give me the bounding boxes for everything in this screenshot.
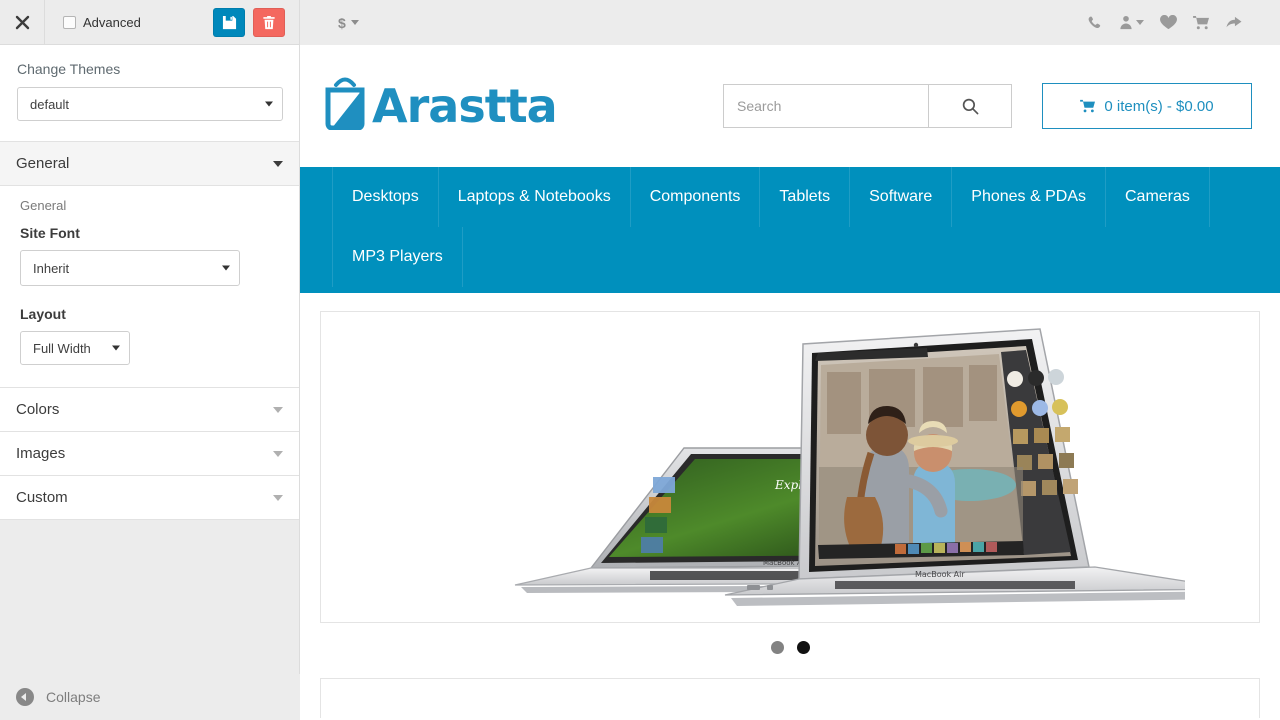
chevron-down-icon (112, 345, 120, 351)
heart-wishlist-icon[interactable] (1160, 15, 1177, 30)
change-themes-label: Change Themes (17, 61, 121, 77)
advanced-checkbox-box[interactable] (63, 15, 76, 29)
carousel-dot-1[interactable] (770, 641, 784, 654)
arrow-left-circle-icon (16, 688, 34, 706)
store-header: Arastta 0 item(s) - $0.00 (300, 45, 1280, 167)
nav-item-cameras[interactable]: Cameras (1106, 167, 1210, 227)
sidebar-section-colors-label: Colors (16, 401, 60, 418)
topbar-links (1088, 15, 1242, 30)
collapse-button[interactable]: Collapse (0, 674, 300, 720)
nav-item-mp3-players[interactable]: MP3 Players (332, 227, 463, 287)
checkout-arrow-icon[interactable] (1226, 15, 1242, 30)
theme-select-value: default (30, 96, 70, 112)
sidebar-section-general-body: General Site Font Inherit Layout Full Wi… (0, 186, 299, 388)
editor-panel: Change Themes default General General Si… (0, 45, 299, 520)
chevron-down-icon (273, 160, 283, 167)
chevron-down-icon (222, 265, 230, 271)
layout-label: Layout (20, 306, 66, 322)
nav-second-row: MP3 Players (332, 227, 1248, 287)
macbook-air-banner-image: Explore by land. MacBook Air (514, 328, 1185, 606)
sidebar-section-general-label: General (16, 155, 70, 172)
trash-icon (262, 15, 276, 30)
user-account-icon[interactable] (1119, 15, 1144, 30)
floppy-save-icon (222, 15, 237, 30)
site-font-label: Site Font (20, 225, 80, 241)
save-button[interactable] (213, 7, 245, 37)
nav-item-phones-pdas[interactable]: Phones & PDAs (952, 167, 1106, 227)
chevron-down-icon (1136, 20, 1144, 25)
search-icon (962, 98, 979, 115)
editor-toolbar: Advanced (0, 0, 299, 45)
shopping-cart-icon (1080, 99, 1096, 113)
advanced-checkbox[interactable]: Advanced (63, 15, 141, 30)
store-preview: $ Arastta Search 0 item(s) - $0.00 Deskt… (300, 0, 1280, 720)
store-logo-text: Arastta (372, 79, 558, 133)
search-button[interactable] (928, 84, 1012, 128)
sidebar-section-custom-label: Custom (16, 489, 68, 506)
nav-item-laptops-notebooks[interactable]: Laptops & Notebooks (439, 167, 631, 227)
chevron-down-icon (273, 494, 283, 501)
currency-selector[interactable]: $ (338, 15, 359, 31)
store-logo[interactable]: Arastta (324, 72, 558, 141)
cart-total-button[interactable]: 0 item(s) - $0.00 (1042, 83, 1252, 129)
carousel-dot-2[interactable] (796, 641, 810, 654)
hero-carousel[interactable]: Explore by land. MacBook Air (320, 311, 1260, 623)
below-carousel-panel (320, 678, 1260, 718)
theme-select[interactable]: default (17, 87, 283, 121)
cart-total-label: 0 item(s) - $0.00 (1104, 97, 1214, 115)
site-font-value: Inherit (33, 260, 70, 276)
phone-icon[interactable] (1088, 15, 1103, 30)
nav-item-software[interactable]: Software (850, 167, 953, 227)
advanced-label: Advanced (83, 14, 141, 30)
collapse-label: Collapse (46, 689, 101, 705)
arastta-bag-icon (324, 72, 366, 141)
sidebar-section-images-label: Images (16, 445, 66, 462)
close-icon[interactable] (0, 0, 45, 45)
site-font-select[interactable]: Inherit (20, 250, 240, 286)
search-box (723, 84, 1012, 128)
theme-editor-sidebar: Advanced Change Themes default General G… (0, 0, 300, 720)
chevron-down-icon (350, 20, 359, 25)
chevron-down-icon (273, 406, 283, 413)
general-sub-label: General (20, 198, 67, 213)
shopping-cart-icon[interactable] (1193, 15, 1210, 30)
delete-button[interactable] (253, 7, 285, 37)
editor-action-buttons (213, 7, 299, 37)
svg-text:MacBook Air: MacBook Air (915, 570, 965, 579)
nav-item-components[interactable]: Components (631, 167, 761, 227)
nav-item-tablets[interactable]: Tablets (760, 167, 851, 227)
store-topbar: $ (300, 0, 1280, 45)
sidebar-section-custom[interactable]: Custom (0, 476, 299, 520)
chevron-down-icon (273, 450, 283, 457)
carousel-dots (300, 641, 1280, 654)
change-themes-block: Change Themes default (0, 45, 299, 142)
layout-value: Full Width (33, 340, 91, 356)
search-input[interactable] (723, 84, 928, 128)
sidebar-section-colors[interactable]: Colors (0, 388, 299, 432)
chevron-down-icon (265, 101, 273, 107)
currency-symbol: $ (338, 14, 346, 31)
sidebar-section-images[interactable]: Images (0, 432, 299, 476)
main-navigation: Desktops Laptops & Notebooks Components … (300, 167, 1280, 293)
layout-select[interactable]: Full Width (20, 331, 130, 365)
nav-item-desktops[interactable]: Desktops (332, 167, 439, 227)
sidebar-section-general[interactable]: General (0, 142, 299, 186)
